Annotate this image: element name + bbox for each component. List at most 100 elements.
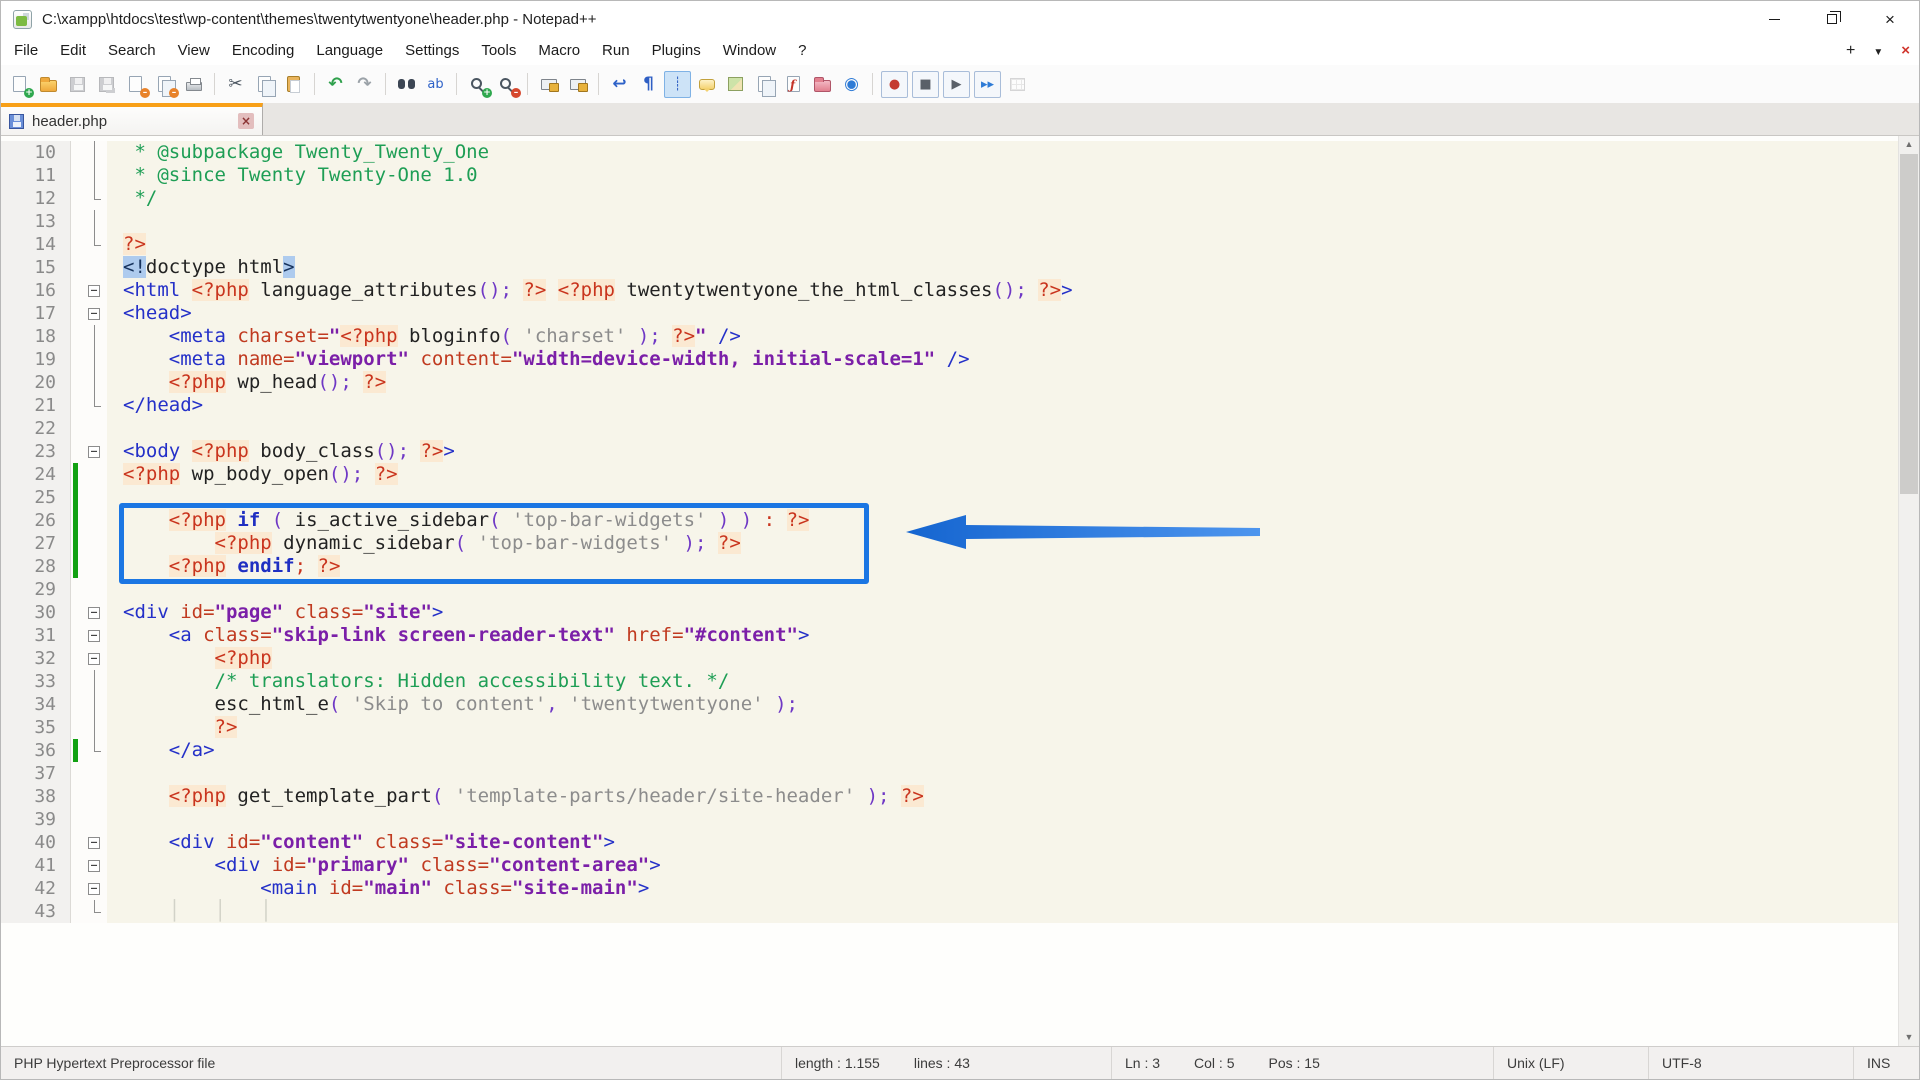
minimize-button[interactable] xyxy=(1745,1,1803,37)
scrollbar-thumb[interactable] xyxy=(1900,154,1918,494)
menu-run[interactable]: Run xyxy=(591,39,641,62)
menu-language[interactable]: Language xyxy=(305,39,394,62)
macro-save-button[interactable] xyxy=(1004,71,1031,98)
document-list-button[interactable] xyxy=(751,71,778,98)
undo-button[interactable]: ↶ xyxy=(322,71,349,98)
close-all-button[interactable]: – xyxy=(151,71,178,98)
paste-button[interactable] xyxy=(280,71,307,98)
script-function-list-button[interactable]: ƒ xyxy=(780,71,807,98)
code-text[interactable]: <meta name="viewport" content="width=dev… xyxy=(107,348,1898,371)
close-button[interactable]: × xyxy=(1861,1,1919,37)
code-text[interactable]: <a class="skip-link screen-reader-text" … xyxy=(107,624,1898,647)
code-text[interactable]: * @subpackage Twenty_Twenty_One xyxy=(107,141,1898,164)
save-file-button[interactable] xyxy=(64,71,91,98)
macro-run-multiple-button[interactable]: ▸▸ xyxy=(974,71,1001,98)
menubar-dropdown-button[interactable]: ▼ xyxy=(1864,47,1892,58)
show-indent-guide-button[interactable]: ┊ xyxy=(664,71,691,98)
menu-edit[interactable]: Edit xyxy=(49,39,97,62)
fold-toggle-icon[interactable]: – xyxy=(88,446,100,458)
macro-play-button[interactable]: ▶ xyxy=(943,71,970,98)
menu-plugins[interactable]: Plugins xyxy=(641,39,712,62)
code-text[interactable]: */ xyxy=(107,187,1898,210)
redo-button[interactable]: ↷ xyxy=(351,71,378,98)
code-text[interactable] xyxy=(107,808,1898,831)
function-list-button[interactable] xyxy=(693,71,720,98)
code-text[interactable]: <head> xyxy=(107,302,1898,325)
menu-settings[interactable]: Settings xyxy=(394,39,470,62)
tab-close-icon[interactable]: × xyxy=(238,113,254,129)
replace-button[interactable]: ab xyxy=(422,71,449,98)
zoom-in-button[interactable]: + xyxy=(464,71,491,98)
code-text[interactable] xyxy=(107,762,1898,785)
menu-help[interactable]: ? xyxy=(787,39,817,62)
status-encoding[interactable]: UTF-8 xyxy=(1648,1047,1853,1079)
menu-file[interactable]: File xyxy=(3,39,49,62)
menu-encoding[interactable]: Encoding xyxy=(221,39,306,62)
cut-button[interactable]: ✂ xyxy=(222,71,249,98)
code-text[interactable]: <div id="content" class="site-content"> xyxy=(107,831,1898,854)
document-map-button[interactable] xyxy=(722,71,749,98)
zoom-out-button[interactable]: – xyxy=(493,71,520,98)
code-text[interactable]: <body <?php body_class(); ?>> xyxy=(107,440,1898,463)
menubar-plus-button[interactable]: + xyxy=(1837,42,1864,59)
save-all-button[interactable] xyxy=(93,71,120,98)
status-eol-format[interactable]: Unix (LF) xyxy=(1493,1047,1648,1079)
show-all-characters-button[interactable]: ¶ xyxy=(635,71,662,98)
code-text[interactable]: <?php get_template_part( 'template-parts… xyxy=(107,785,1898,808)
menu-macro[interactable]: Macro xyxy=(527,39,591,62)
code-text[interactable]: <main id="main" class="site-main"> xyxy=(107,877,1898,900)
new-file-button[interactable]: + xyxy=(6,71,33,98)
code-text[interactable]: <?php xyxy=(107,647,1898,670)
fold-toggle-icon[interactable]: – xyxy=(88,607,100,619)
tab-header-php[interactable]: header.php × xyxy=(1,103,263,135)
close-file-button[interactable]: – xyxy=(122,71,149,98)
code-text[interactable] xyxy=(107,417,1898,440)
fold-toggle-icon[interactable]: – xyxy=(88,630,100,642)
fold-toggle-icon[interactable]: – xyxy=(88,860,100,872)
fold-toggle-icon[interactable]: – xyxy=(88,285,100,297)
menu-view[interactable]: View xyxy=(167,39,221,62)
code-text[interactable]: </a> xyxy=(107,739,1898,762)
menu-window[interactable]: Window xyxy=(712,39,787,62)
menu-tools[interactable]: Tools xyxy=(470,39,527,62)
word-wrap-button[interactable]: ↩ xyxy=(606,71,633,98)
status-insert-mode[interactable]: INS xyxy=(1853,1047,1919,1079)
macro-record-button[interactable]: ● xyxy=(881,71,908,98)
scrollbar-up-icon[interactable]: ▲ xyxy=(1899,136,1919,153)
fold-toggle-icon[interactable]: – xyxy=(88,308,100,320)
code-area[interactable]: 10 * @subpackage Twenty_Twenty_One11 * @… xyxy=(1,136,1898,1046)
code-text[interactable]: <?php wp_body_open(); ?> xyxy=(107,463,1898,486)
code-text[interactable]: <!doctype html> xyxy=(107,256,1898,279)
fold-toggle-icon[interactable]: – xyxy=(88,883,100,895)
code-text[interactable]: <div id="primary" class="content-area"> xyxy=(107,854,1898,877)
code-text[interactable]: ?> xyxy=(107,233,1898,256)
code-text[interactable]: esc_html_e( 'Skip to content', 'twentytw… xyxy=(107,693,1898,716)
code-text[interactable]: ?> xyxy=(107,716,1898,739)
open-file-button[interactable] xyxy=(35,71,62,98)
code-text[interactable]: <div id="page" class="site"> xyxy=(107,601,1898,624)
restore-button[interactable] xyxy=(1803,1,1861,37)
sync-vertical-scroll-button[interactable] xyxy=(535,71,562,98)
macro-stop-button[interactable]: ■ xyxy=(912,71,939,98)
fold-toggle-icon[interactable]: – xyxy=(88,653,100,665)
print-button[interactable] xyxy=(180,71,207,98)
fold-toggle-icon[interactable]: – xyxy=(88,837,100,849)
code-text[interactable] xyxy=(107,210,1898,233)
code-text[interactable]: <?php wp_head(); ?> xyxy=(107,371,1898,394)
scrollbar-down-icon[interactable]: ▼ xyxy=(1899,1029,1919,1046)
monitoring-button[interactable]: ◉ xyxy=(838,71,865,98)
code-text[interactable]: <meta charset="<?php bloginfo( 'charset'… xyxy=(107,325,1898,348)
menubar-close-button[interactable]: × xyxy=(1892,42,1919,59)
sync-horizontal-scroll-button[interactable] xyxy=(564,71,591,98)
vertical-scrollbar[interactable]: ▲ ▼ xyxy=(1898,136,1919,1046)
code-text[interactable]: │ │ │ xyxy=(107,900,1898,923)
fold-margin xyxy=(81,417,107,440)
code-text[interactable]: /* translators: Hidden accessibility tex… xyxy=(107,670,1898,693)
code-text[interactable]: <html <?php language_attributes(); ?> <?… xyxy=(107,279,1898,302)
find-button[interactable] xyxy=(393,71,420,98)
copy-button[interactable] xyxy=(251,71,278,98)
folder-as-workspace-button[interactable] xyxy=(809,71,836,98)
code-text[interactable]: </head> xyxy=(107,394,1898,417)
code-text[interactable]: * @since Twenty Twenty-One 1.0 xyxy=(107,164,1898,187)
menu-search[interactable]: Search xyxy=(97,39,167,62)
